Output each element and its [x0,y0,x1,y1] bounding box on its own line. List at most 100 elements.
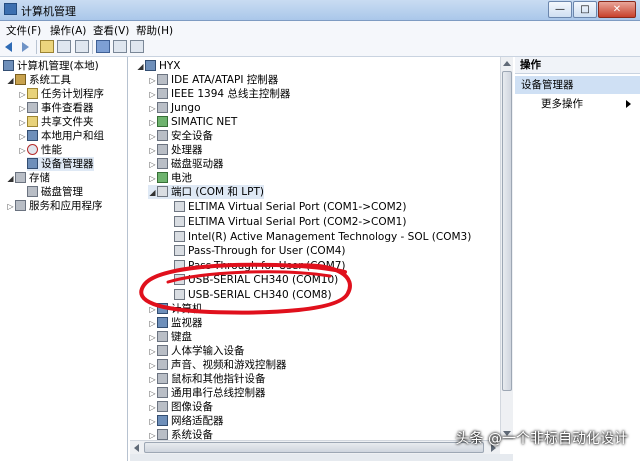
expand-arrow-icon[interactable]: ▷ [148,345,157,359]
expand-arrow-icon[interactable]: ▷ [18,102,27,116]
expand-arrow-icon[interactable]: ▷ [148,415,157,429]
toolbar-divider [36,40,37,54]
minimize-button[interactable]: — [548,1,572,18]
tree-item-label: 设备管理器 [41,158,94,170]
tree-item-performance[interactable]: ▷ 性能 [18,143,62,157]
tree-item-local-users[interactable]: ▷ 本地用户和组 [18,129,104,143]
collapse-arrow-icon[interactable]: ◢ [136,60,145,74]
device-category[interactable]: ▷ 网络适配器 [148,414,224,428]
expand-arrow-icon[interactable]: ▷ [18,88,27,102]
port-device-label: USB-SERIAL CH340 (COM10) [188,274,339,286]
expand-arrow-icon[interactable]: ▷ [148,429,157,440]
port-device[interactable]: USB-SERIAL CH340 (COM10) [174,273,338,287]
forward-arrow-icon[interactable] [19,40,33,53]
view-icon[interactable] [113,40,127,53]
tree-item-device-manager[interactable]: 设备管理器 [27,157,94,171]
device-category[interactable]: ▷ SIMATIC NET [148,115,237,129]
device-category[interactable]: ▷ 磁盘驱动器 [148,157,224,171]
device-category[interactable]: ▷ 计算机 [148,302,203,316]
expand-arrow-icon[interactable]: ▷ [148,158,157,172]
tree-system-tools[interactable]: ◢ 系统工具 [6,73,71,87]
computer-management-icon [4,3,17,15]
scroll-thumb[interactable] [144,442,484,453]
device-category[interactable]: ▷ 系统设备 [148,428,213,440]
device-category[interactable]: ▷ IEEE 1394 总线主控制器 [148,87,290,101]
horizontal-scrollbar[interactable] [130,440,500,454]
tree-root[interactable]: 计算机管理(本地) [3,59,99,73]
menu-view[interactable]: 查看(V) [93,23,129,38]
device-category-ports[interactable]: ◢ 端口 (COM 和 LPT) [148,185,264,199]
properties-icon[interactable] [75,40,89,53]
device-category[interactable]: ▷ 鼠标和其他指针设备 [148,372,266,386]
expand-arrow-icon[interactable]: ▷ [148,172,157,186]
menu-file[interactable]: 文件(F) [6,23,41,38]
up-folder-icon[interactable] [40,40,54,53]
close-button[interactable]: ✕ [598,1,636,18]
expand-arrow-icon[interactable]: ▷ [6,200,15,214]
expand-arrow-icon[interactable]: ▷ [148,373,157,387]
device-category[interactable]: ▷ 电池 [148,171,192,185]
device-tree: ◢ HYX ▷ IDE ATA/ATAPI 控制器 ▷ IEEE 1394 总线主控制… [130,57,513,440]
more-actions-link[interactable]: 更多操作 [541,97,583,111]
back-arrow-icon[interactable] [4,40,18,53]
expand-arrow-icon[interactable]: ▷ [18,116,27,130]
scan-hardware-icon[interactable] [130,40,144,53]
expand-arrow-icon[interactable]: ▷ [18,130,27,144]
device-category[interactable]: ▷ 处理器 [148,143,203,157]
device-category[interactable]: ▷ IDE ATA/ATAPI 控制器 [148,73,278,87]
collapse-arrow-icon[interactable]: ◢ [148,186,157,200]
scroll-thumb[interactable] [502,71,512,391]
expand-arrow-icon[interactable]: ▷ [148,359,157,373]
expand-arrow-icon[interactable]: ▷ [148,317,157,331]
device-category[interactable]: ▷ 人体学输入设备 [148,344,245,358]
port-device[interactable]: USB-SERIAL CH340 (COM8) [174,288,332,302]
port-device[interactable]: ELTIMA Virtual Serial Port (COM1->COM2) [174,200,406,214]
device-category[interactable]: ▷ 声音、视频和游戏控制器 [148,358,287,372]
port-device-label: Pass-Through for User (COM7) [188,260,346,272]
expand-arrow-icon[interactable]: ▷ [148,74,157,88]
tree-item-task-scheduler[interactable]: ▷ 任务计划程序 [18,87,104,101]
tree-services[interactable]: ▷ 服务和应用程序 [6,199,103,213]
submenu-arrow-icon[interactable] [626,100,631,108]
tree-item-label: 性能 [41,144,62,156]
device-category[interactable]: ▷ 监视器 [148,316,203,330]
device-category[interactable]: ▷ 图像设备 [148,400,213,414]
help-icon[interactable] [96,40,110,53]
device-category[interactable]: ▷ 通用串行总线控制器 [148,386,266,400]
tree-item-event-viewer[interactable]: ▷ 事件查看器 [18,101,94,115]
expand-arrow-icon[interactable]: ▷ [148,116,157,130]
expand-arrow-icon[interactable]: ▷ [148,331,157,345]
actions-section-device-manager[interactable]: 设备管理器 [515,76,640,94]
tree-item-disk-management[interactable]: 磁盘管理 [27,185,83,199]
scroll-left-arrow-icon[interactable] [134,444,139,452]
collapse-arrow-icon[interactable]: ◢ [6,74,15,88]
tree-item-shared-folders[interactable]: ▷ 共享文件夹 [18,115,94,129]
menu-action[interactable]: 操作(A) [50,23,86,38]
device-root[interactable]: ◢ HYX [136,59,181,73]
device-category[interactable]: ▷ 键盘 [148,330,192,344]
menu-help[interactable]: 帮助(H) [136,23,173,38]
expand-arrow-icon[interactable]: ▷ [18,144,27,158]
expand-arrow-icon[interactable]: ▷ [148,102,157,116]
device-category[interactable]: ▷ Jungo [148,101,201,115]
device-category[interactable]: ▷ 安全设备 [148,129,213,143]
vertical-scrollbar[interactable] [500,57,513,440]
port-device[interactable]: Intel(R) Active Management Technology - … [174,230,471,244]
device-category-label: 磁盘驱动器 [171,158,224,170]
expand-arrow-icon[interactable]: ▷ [148,130,157,144]
scroll-up-arrow-icon[interactable] [503,61,511,66]
expand-arrow-icon[interactable]: ▷ [148,387,157,401]
tree-storage[interactable]: ◢ 存储 [6,171,50,185]
clock-icon [27,88,38,99]
collapse-arrow-icon[interactable]: ◢ [6,172,15,186]
expand-arrow-icon[interactable]: ▷ [148,88,157,102]
expand-arrow-icon[interactable]: ▷ [148,144,157,158]
expand-arrow-icon[interactable]: ▷ [148,303,157,317]
port-device[interactable]: ELTIMA Virtual Serial Port (COM2->COM1) [174,215,406,229]
expand-arrow-icon[interactable]: ▷ [148,401,157,415]
maximize-button[interactable]: □ [573,1,597,18]
port-device[interactable]: Pass-Through for User (COM4) [174,244,346,258]
imaging-device-icon [157,401,168,412]
port-device[interactable]: Pass-Through for User (COM7) [174,259,346,273]
show-hide-tree-icon[interactable] [57,40,71,53]
